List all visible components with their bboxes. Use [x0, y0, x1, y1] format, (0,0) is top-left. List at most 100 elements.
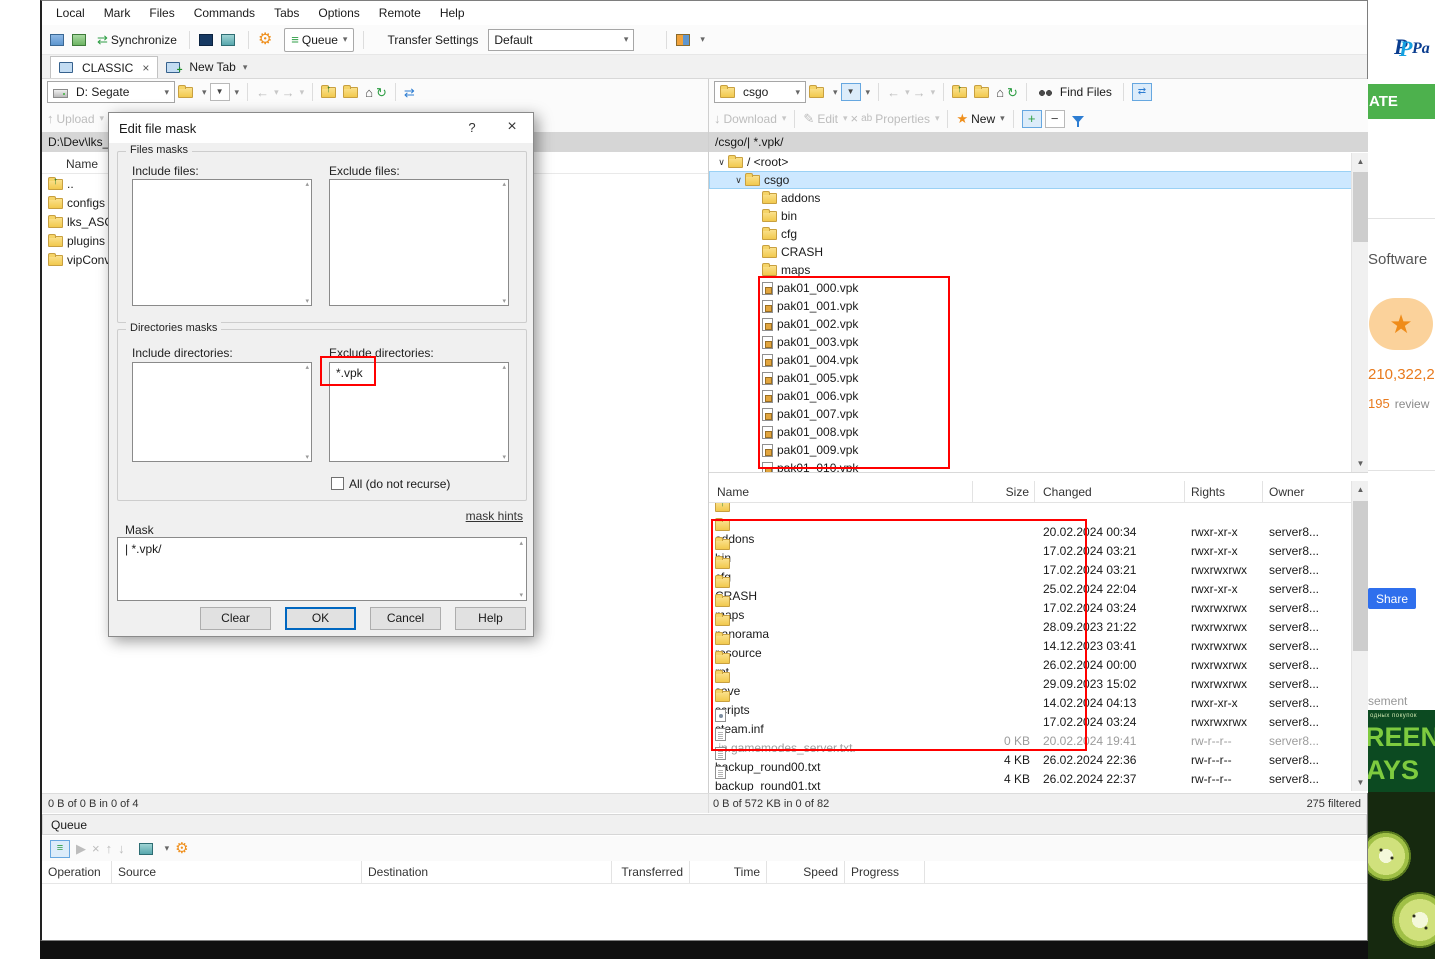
column-name[interactable]: Name [66, 157, 98, 171]
menu-item[interactable]: Files [149, 6, 174, 20]
tab-classic[interactable]: CLASSIC × [50, 56, 158, 78]
chevron-down-icon[interactable]: ▾ [243, 62, 248, 73]
chevron-down-icon[interactable]: ▾ [1000, 113, 1005, 124]
include-files-input[interactable] [132, 179, 312, 306]
download-button[interactable]: Download [724, 112, 777, 126]
close-tab-icon[interactable]: × [142, 61, 149, 75]
queue-move-up-icon[interactable]: ↑ [106, 842, 113, 855]
transfer-settings-select[interactable]: Default ▾ [488, 29, 634, 51]
help-button[interactable]: Help [455, 607, 526, 630]
tree-item[interactable]: ∨ addons [709, 189, 1368, 207]
menu-item[interactable]: Remote [379, 6, 421, 20]
filter-icon[interactable]: ▼ [210, 83, 230, 101]
synchronize-button[interactable]: ⇄ Synchronize [94, 31, 180, 49]
remote-directory-select[interactable]: csgo ▾ [714, 81, 806, 103]
table-row[interactable]: backup_round01.txt 4 KB 26.02.2024 22:37… [709, 769, 1368, 788]
queue-move-down-icon[interactable]: ↓ [118, 842, 125, 855]
properties-button[interactable]: Properties [875, 112, 930, 126]
open-directory-icon[interactable] [809, 87, 824, 98]
console-icon[interactable] [199, 34, 213, 46]
back-icon[interactable]: ← [887, 86, 900, 99]
select-add-icon[interactable]: + [1022, 110, 1042, 128]
upload-button[interactable]: Upload [57, 112, 95, 126]
parent-directory-icon[interactable] [321, 87, 336, 98]
ok-button[interactable]: OK [285, 607, 356, 630]
checkbox[interactable] [331, 477, 344, 490]
edit-button[interactable]: Edit [817, 112, 838, 126]
tree-expander-icon[interactable]: ∨ [715, 157, 728, 168]
queue-report-icon[interactable] [139, 843, 153, 855]
tree-item[interactable]: ∨ CRASH [709, 243, 1368, 261]
column-header[interactable]: Name [709, 481, 973, 502]
preferences-gear-icon[interactable]: ⚙ [258, 32, 272, 48]
exclude-files-input[interactable] [329, 179, 509, 306]
root-directory-icon[interactable] [343, 87, 358, 98]
tree-item[interactable]: ∨ pak01_002.vpk [709, 315, 1368, 333]
tree-item[interactable]: ∨ bin [709, 207, 1368, 225]
filter-funnel-icon[interactable] [1072, 116, 1084, 123]
tree-item[interactable]: ∨ pak01_010.vpk [709, 459, 1368, 473]
session-color-icon[interactable] [221, 34, 235, 46]
queue-toggle-button[interactable]: ≡ Queue ▾ [284, 28, 354, 52]
chevron-down-icon[interactable]: ▾ [343, 34, 348, 45]
cancel-button[interactable]: Cancel [370, 607, 441, 630]
share-button[interactable]: Share [1368, 588, 1416, 609]
chevron-down-icon[interactable]: ▾ [235, 87, 240, 98]
tree-item[interactable]: ∨ pak01_004.vpk [709, 351, 1368, 369]
dialog-title-bar[interactable]: Edit file mask ? × [109, 113, 533, 143]
tree-item[interactable]: ∨ cfg [709, 225, 1368, 243]
all-no-recurse-row[interactable]: All (do not recurse) [331, 477, 450, 491]
queue-column[interactable]: Destination [362, 861, 612, 883]
scroll-down-icon[interactable]: ▼ [1352, 774, 1369, 791]
dialog-close-icon[interactable]: × [503, 118, 521, 136]
forward-icon[interactable]: → [282, 86, 295, 99]
chevron-down-icon[interactable]: ▾ [165, 843, 170, 854]
tree-item[interactable]: ∨ pak01_006.vpk [709, 387, 1368, 405]
tree-expander-icon[interactable]: ∨ [732, 175, 745, 186]
menu-item[interactable]: Commands [194, 6, 255, 20]
exclude-directories-input[interactable]: *.vpk [329, 362, 509, 462]
columns-icon[interactable] [72, 34, 86, 46]
column-header[interactable]: Changed [1035, 481, 1185, 502]
tree-item[interactable]: ∨ pak01_009.vpk [709, 441, 1368, 459]
queue-delete-icon[interactable]: × [92, 842, 100, 855]
menu-item[interactable]: Help [440, 6, 465, 20]
sync-browsing-icon[interactable]: ⇄ [1132, 83, 1152, 101]
home-icon[interactable]: ⌂ [996, 86, 1004, 99]
tree-scrollbar[interactable]: ▲ ▼ [1351, 153, 1368, 472]
chevron-down-icon[interactable]: ▾ [833, 87, 838, 98]
tree-item[interactable]: ∨ pak01_007.vpk [709, 405, 1368, 423]
queue-settings-gear-icon[interactable]: ⚙ [175, 841, 188, 856]
dialog-help-icon[interactable]: ? [463, 120, 481, 135]
find-files-button[interactable]: Find Files [1035, 83, 1115, 101]
tree-item[interactable]: ∨ pak01_005.vpk [709, 369, 1368, 387]
tree-item[interactable]: ∨ pak01_003.vpk [709, 333, 1368, 351]
transfer-preset-icon[interactable] [676, 34, 690, 46]
tree-item[interactable]: ∨ pak01_000.vpk [709, 279, 1368, 297]
menu-item[interactable]: Tabs [274, 6, 299, 20]
open-directory-icon[interactable] [178, 87, 193, 98]
queue-column[interactable]: Time [690, 861, 767, 883]
queue-column[interactable]: Operation [42, 861, 112, 883]
chevron-down-icon[interactable]: ▾ [866, 87, 871, 98]
queue-column[interactable]: Speed [767, 861, 845, 883]
scroll-up-icon[interactable]: ▲ [1352, 153, 1368, 170]
delete-icon[interactable]: × [851, 112, 859, 125]
menu-item[interactable]: Mark [104, 6, 131, 20]
queue-show-icon[interactable]: ≡ [50, 840, 70, 858]
scroll-thumb[interactable] [1353, 501, 1368, 651]
scroll-thumb[interactable] [1353, 172, 1368, 242]
forward-icon[interactable]: → [913, 86, 926, 99]
select-remove-icon[interactable]: − [1045, 110, 1065, 128]
include-directories-input[interactable] [132, 362, 312, 462]
list-scrollbar[interactable]: ▲ ▼ [1351, 481, 1368, 791]
tree-item[interactable]: ∨ / <root> [709, 153, 1368, 171]
menu-item[interactable]: Local [56, 6, 85, 20]
root-directory-icon[interactable] [974, 87, 989, 98]
parent-directory-icon[interactable] [952, 87, 967, 98]
scroll-up-icon[interactable]: ▲ [1352, 481, 1369, 498]
mask-hints-link[interactable]: mask hints [466, 509, 523, 523]
queue-column[interactable]: Progress [845, 861, 925, 883]
column-header[interactable]: Rights [1185, 481, 1263, 502]
panel-layout-icon[interactable] [50, 34, 64, 46]
